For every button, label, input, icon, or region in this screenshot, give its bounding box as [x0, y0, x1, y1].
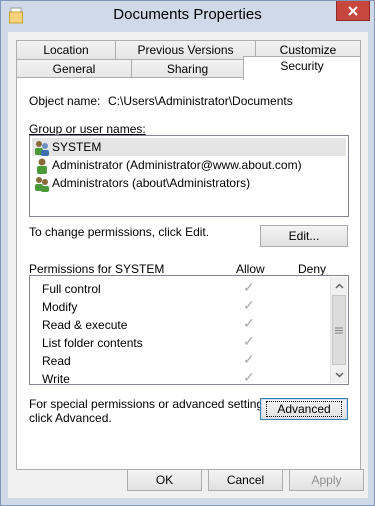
ok-button[interactable]: OK	[127, 469, 202, 491]
permission-name: Full control	[42, 282, 101, 296]
tab-label: Sharing	[166, 62, 209, 76]
tab-general[interactable]: General	[16, 59, 132, 79]
allow-check-icon: ✓	[243, 315, 255, 331]
tab-location[interactable]: Location	[16, 40, 116, 60]
permission-name: Write	[42, 372, 70, 386]
tab-label: Previous Versions	[137, 43, 234, 57]
apply-button-label: Apply	[311, 473, 342, 487]
permissions-scrollbar[interactable]	[330, 277, 347, 383]
permission-name: Read	[42, 354, 71, 368]
tab-sharing[interactable]: Sharing	[131, 59, 244, 79]
object-name-label: Object name:	[29, 94, 101, 108]
close-button[interactable]	[336, 1, 370, 21]
scroll-thumb[interactable]	[332, 295, 346, 365]
deny-header: Deny	[298, 262, 327, 276]
permission-name: Read & execute	[42, 318, 128, 332]
edit-button[interactable]: Edit...	[260, 225, 348, 247]
scroll-up-button[interactable]	[331, 277, 347, 294]
list-item-system[interactable]: SYSTEM	[32, 138, 346, 156]
tab-label: Security	[280, 59, 324, 73]
ok-button-label: OK	[155, 473, 174, 487]
permissions-list[interactable]: Full control Modify Read & execute List …	[29, 275, 349, 388]
allow-header: Allow	[236, 262, 265, 276]
users-group-icon	[35, 140, 49, 156]
permission-row: Read	[42, 352, 71, 370]
tab-security[interactable]: Security	[243, 56, 361, 80]
user-name: Administrator (Administrator@www.about.c…	[52, 158, 302, 172]
permissions-for-label: Permissions for SYSTEM	[29, 262, 165, 276]
advanced-button[interactable]: Advanced	[260, 398, 348, 420]
user-list[interactable]: SYSTEM Administrator (Administrator@www.…	[29, 135, 349, 217]
user-name: SYSTEM	[52, 140, 102, 154]
group-user-label-text: Group or user names:	[29, 122, 146, 136]
advanced-button-label: Advanced	[266, 401, 342, 417]
cancel-button[interactable]: Cancel	[208, 469, 283, 491]
group-user-label: Group or user names:	[29, 122, 146, 136]
permission-row: Full control	[42, 280, 101, 298]
dialog-client-area: Location Previous Versions Customize Gen…	[8, 32, 368, 498]
permission-row: Modify	[42, 298, 77, 316]
tab-label: General	[52, 62, 96, 76]
window-title: Documents Properties	[113, 6, 262, 23]
permission-name: Modify	[42, 300, 78, 314]
properties-window: Documents Properties Location Previous V…	[0, 0, 375, 506]
close-icon	[348, 5, 358, 16]
advanced-text-line2: click Advanced.	[29, 411, 112, 425]
object-name-value: C:\Users\Administrator\Documents	[108, 94, 293, 108]
allow-check-icon: ✓	[243, 279, 255, 295]
list-item-administrator[interactable]: Administrator (Administrator@www.about.c…	[32, 156, 302, 174]
allow-check-icon: ✓	[243, 297, 255, 313]
apply-button[interactable]: Apply	[289, 469, 364, 491]
grip-icon	[335, 327, 343, 333]
user-icon	[37, 158, 47, 174]
allow-check-icon: ✓	[243, 333, 255, 349]
permission-name: List folder contents	[42, 336, 143, 350]
permission-row: Write	[42, 370, 70, 388]
change-permissions-text: To change permissions, click Edit.	[29, 225, 210, 239]
security-panel: Object name: C:\Users\Administrator\Docu…	[16, 77, 361, 470]
chevron-down-icon	[335, 372, 343, 377]
chevron-up-icon	[335, 283, 343, 288]
cancel-button-label: Cancel	[226, 473, 265, 487]
list-item-administrators[interactable]: Administrators (about\Administrators)	[32, 174, 250, 192]
allow-check-icon: ✓	[243, 369, 255, 385]
user-name: Administrators (about\Administrators)	[52, 176, 251, 190]
title-bar[interactable]: Documents Properties	[1, 1, 374, 32]
scroll-down-button[interactable]	[331, 366, 347, 383]
permission-row: Read & execute	[42, 316, 127, 334]
users-group-icon	[35, 176, 49, 192]
tab-label: Customize	[279, 43, 337, 57]
tab-label: Location	[43, 43, 89, 57]
advanced-text-line1: For special permissions or advanced sett…	[29, 397, 273, 411]
edit-button-label: Edit...	[288, 229, 320, 243]
permission-row: List folder contents	[42, 334, 143, 352]
tab-previous-versions[interactable]: Previous Versions	[115, 40, 256, 60]
allow-check-icon: ✓	[243, 351, 255, 367]
